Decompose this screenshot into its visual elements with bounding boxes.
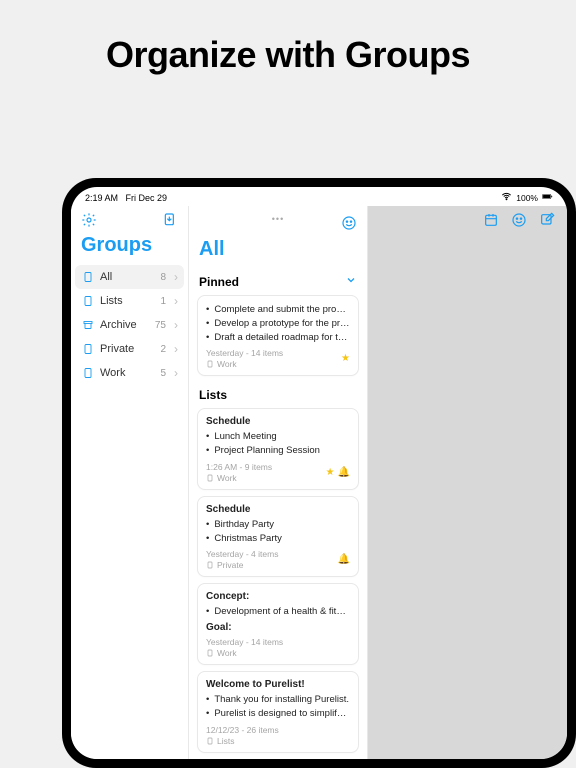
tag-doc-icon (206, 474, 214, 482)
gear-icon[interactable] (81, 212, 97, 228)
status-bar: 2:19 AM Fri Dec 29 100% (71, 187, 567, 206)
list-card[interactable]: Schedule Birthday Party Christmas Party … (197, 496, 359, 578)
star-icon: ★ (341, 353, 350, 364)
mid-title: All (189, 236, 367, 269)
meta-time: Yesterday - 4 items (206, 549, 278, 559)
doc-icon (81, 343, 94, 356)
groups-toolbar (71, 206, 188, 232)
battery-icon (542, 191, 553, 204)
groups-title: Groups (71, 232, 188, 265)
meta-time: 12/12/23 - 26 items (206, 725, 279, 735)
status-time: 2:19 AM (85, 193, 118, 203)
chevron-down-icon (345, 273, 357, 291)
meta-tag: Work (217, 648, 237, 658)
chevron-right-icon: › (174, 318, 178, 332)
chevron-right-icon: › (174, 366, 178, 380)
battery-text: 100% (516, 193, 538, 203)
calendar-icon[interactable] (483, 212, 499, 228)
smile-icon[interactable] (511, 212, 527, 228)
chevron-right-icon: › (174, 342, 178, 356)
group-label: Lists (100, 295, 154, 307)
status-date: Fri Dec 29 (126, 193, 168, 203)
group-count: 75 (155, 320, 166, 331)
list-item: Thank you for installing Purelist. (214, 693, 349, 707)
group-item-archive[interactable]: Archive 75 › (75, 313, 184, 337)
meta-tag: Lists (217, 736, 234, 746)
groups-list: All 8 › Lists 1 › Archive 75 › Private 2… (71, 265, 188, 385)
list-item: Develop a prototype for the pro… (214, 317, 350, 331)
group-item-lists[interactable]: Lists 1 › (75, 289, 184, 313)
card-title: Goal: (206, 622, 350, 633)
group-count: 2 (160, 344, 166, 355)
device-screen: 2:19 AM Fri Dec 29 100% Groups All 8 › L… (71, 187, 567, 759)
group-label: Private (100, 343, 154, 355)
meta-time: 1:26 AM - 9 items (206, 462, 272, 472)
doc-icon (81, 295, 94, 308)
sidebar-groups: Groups All 8 › Lists 1 › Archive 75 › Pr… (71, 206, 189, 759)
page-headline: Organize with Groups (0, 0, 576, 106)
pinned-card[interactable]: Complete and submit the prop… Develop a … (197, 295, 359, 376)
pinned-label: Pinned (199, 275, 239, 289)
group-item-work[interactable]: Work 5 › (75, 361, 184, 385)
middle-column: ••• All Pinned Complete and submit the p… (189, 206, 368, 759)
meta-time: Yesterday - 14 items (206, 637, 283, 647)
card-title: Schedule (206, 416, 350, 427)
compose-icon[interactable] (539, 212, 555, 228)
app-container: Groups All 8 › Lists 1 › Archive 75 › Pr… (71, 206, 567, 759)
card-title: Welcome to Purelist! (206, 679, 350, 690)
list-item: Complete and submit the prop… (214, 303, 350, 317)
card-title: Concept: (206, 591, 350, 602)
pinned-header[interactable]: Pinned (189, 269, 367, 295)
smile-icon[interactable] (341, 215, 357, 231)
right-toolbar (368, 206, 567, 232)
list-item: Purelist is designed to simplify… (214, 707, 350, 721)
doc-icon (81, 271, 94, 284)
import-icon[interactable] (162, 212, 178, 228)
card-title: Schedule (206, 504, 350, 515)
list-card[interactable]: Schedule Lunch Meeting Project Planning … (197, 408, 359, 490)
group-label: All (100, 271, 154, 283)
list-item: Development of a health & fitn… (214, 605, 350, 619)
doc-icon (81, 367, 94, 380)
tag-doc-icon (206, 360, 214, 368)
list-item: Birthday Party (214, 518, 274, 532)
group-count: 1 (160, 296, 166, 307)
group-count: 8 (160, 272, 166, 283)
group-label: Work (100, 367, 154, 379)
group-label: Archive (100, 319, 149, 331)
list-card[interactable]: Concept: Development of a health & fitn…… (197, 583, 359, 665)
list-item: Draft a detailed roadmap for th… (214, 331, 350, 345)
chevron-right-icon: › (174, 294, 178, 308)
tag-doc-icon (206, 737, 214, 745)
meta-time: Yesterday - 14 items (206, 348, 283, 358)
bell-icon: 🔔 (338, 467, 350, 478)
group-item-private[interactable]: Private 2 › (75, 337, 184, 361)
group-count: 5 (160, 368, 166, 379)
bell-icon: 🔔 (338, 554, 350, 565)
meta-tag: Private (217, 560, 243, 570)
list-item: Christmas Party (214, 532, 282, 546)
group-item-all[interactable]: All 8 › (75, 265, 184, 289)
list-card[interactable]: Welcome to Purelist! Thank you for insta… (197, 671, 359, 753)
meta-tag: Work (217, 473, 237, 483)
list-item: Lunch Meeting (214, 430, 276, 444)
tag-doc-icon (206, 561, 214, 569)
device-frame: 2:19 AM Fri Dec 29 100% Groups All 8 › L… (62, 178, 576, 768)
lists-label: Lists (189, 384, 367, 408)
meta-tag: Work (217, 359, 237, 369)
wifi-icon (501, 191, 512, 204)
star-icon: ★ (326, 467, 335, 478)
chevron-right-icon: › (174, 270, 178, 284)
list-item: Project Planning Session (214, 444, 320, 458)
archive-icon (81, 319, 94, 332)
right-column (368, 206, 567, 759)
tag-doc-icon (206, 649, 214, 657)
